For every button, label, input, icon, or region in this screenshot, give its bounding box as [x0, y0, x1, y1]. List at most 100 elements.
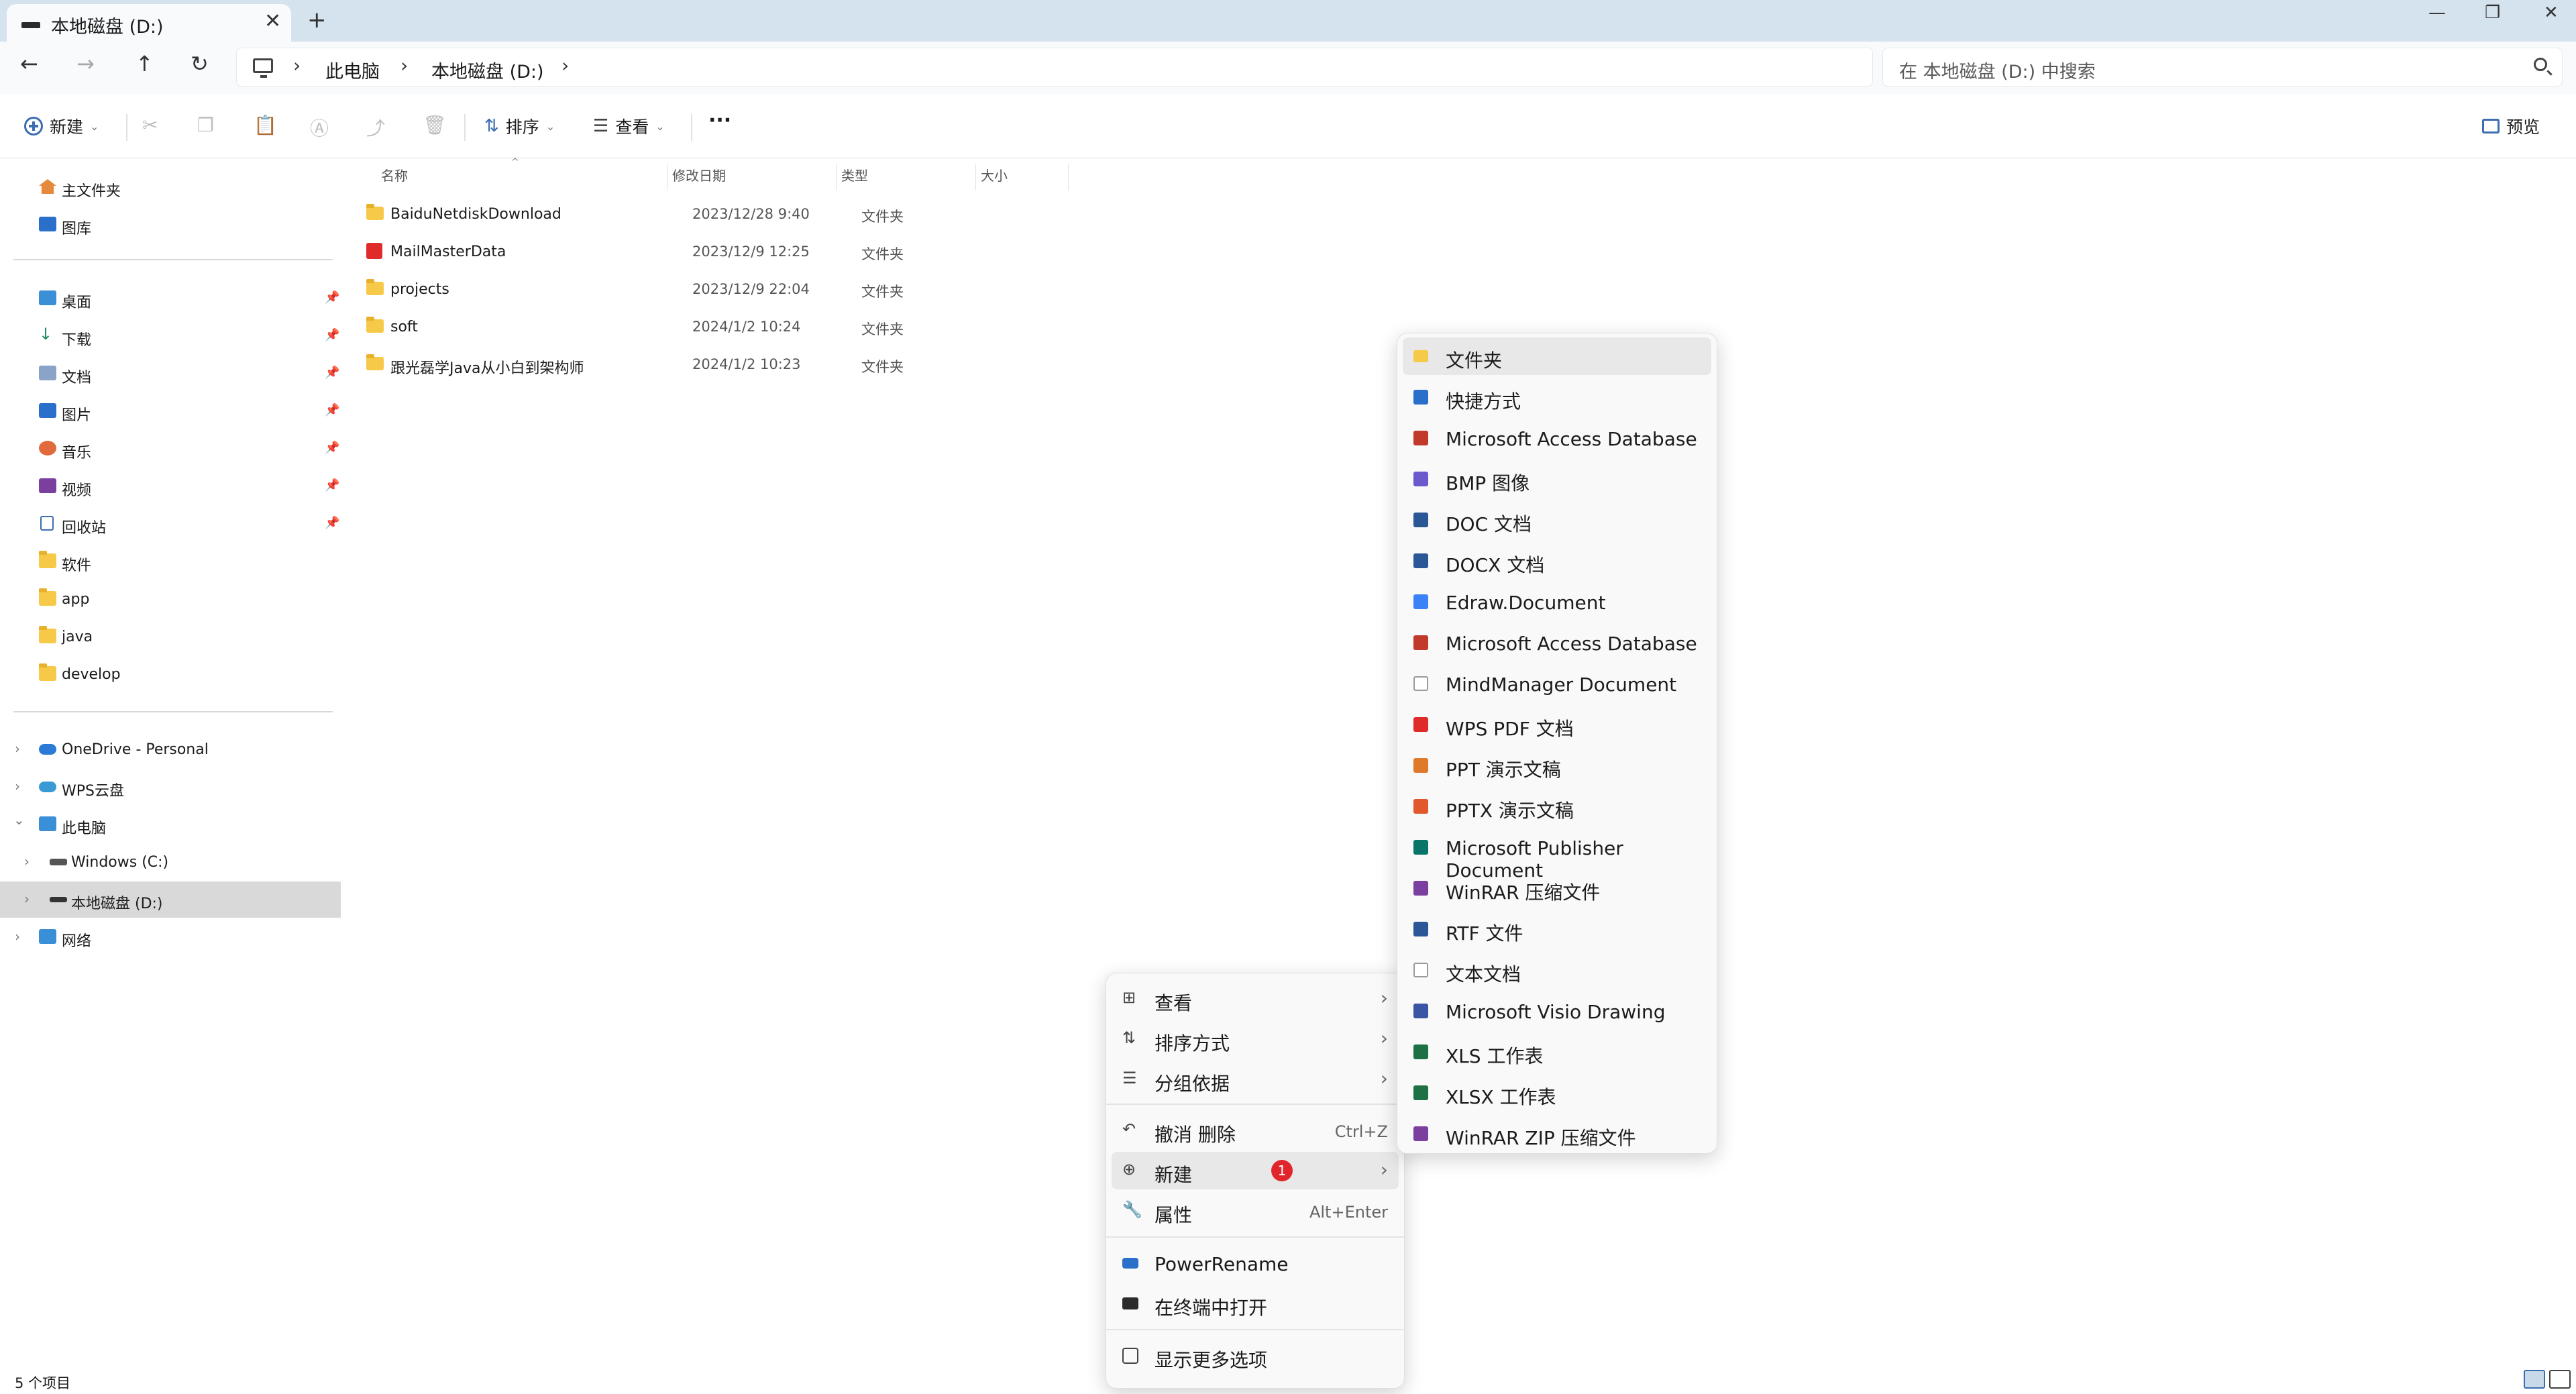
new-button[interactable]: 新建 ⌄ [24, 114, 99, 138]
paste-icon[interactable]: 📋 [254, 114, 277, 136]
new-menu-item-doc[interactable]: DOC 文档 [1403, 501, 1711, 539]
chevron-right-icon[interactable]: › [24, 853, 30, 869]
pin-icon[interactable]: 📌 [325, 478, 339, 492]
new-menu-item-access[interactable]: Microsoft Access Database [1403, 419, 1711, 457]
share-icon[interactable]: ⤴ [366, 114, 385, 141]
tab-local-disk-d[interactable]: 本地磁盘 (D:) ✕ [7, 4, 291, 42]
sidebar-item-downloads[interactable]: ↓ 下载 📌 [0, 318, 341, 354]
pin-icon[interactable]: 📌 [325, 366, 339, 380]
sidebar-item-java[interactable]: java [0, 619, 341, 655]
new-menu-item-ppt[interactable]: PPT 演示文稿 [1403, 747, 1711, 784]
chevron-down-icon[interactable]: ⌄ [13, 812, 25, 828]
up-button[interactable]: ↑ [136, 51, 154, 76]
breadcrumb-separator[interactable]: › [400, 54, 408, 76]
chevron-right-icon[interactable]: › [15, 741, 20, 757]
chevron-right-icon[interactable]: › [15, 778, 20, 794]
maximize-button[interactable]: ❐ [2485, 3, 2500, 23]
rename-icon[interactable]: Ⓐ [310, 114, 329, 141]
new-menu-item-pptx[interactable]: PPTX 演示文稿 [1403, 788, 1711, 825]
sort-button[interactable]: ⇅ 排序 ⌄ [484, 114, 555, 138]
copy-icon[interactable]: ❐ [197, 114, 214, 136]
sidebar-item-software[interactable]: 软件 [0, 543, 341, 580]
new-menu-item-pdf[interactable]: WPS PDF 文档 [1403, 706, 1711, 743]
sidebar-item-onedrive[interactable]: › OneDrive - Personal [0, 731, 341, 767]
new-menu-item-visio[interactable]: Microsoft Visio Drawing [1403, 992, 1711, 1030]
new-menu-item-rtf[interactable]: RTF 文件 [1403, 910, 1711, 948]
column-header-name[interactable]: 名称 [381, 165, 408, 184]
column-header-size[interactable]: 大小 [981, 165, 1008, 184]
menu-item-show-more-options[interactable]: 显示更多选项 [1112, 1337, 1399, 1375]
pin-icon[interactable]: 📌 [325, 328, 339, 342]
close-tab-icon[interactable]: ✕ [264, 9, 281, 33]
back-button[interactable]: ← [20, 51, 38, 76]
chevron-right-icon[interactable]: › [15, 928, 20, 945]
file-row[interactable]: BaiduNetdiskDownload 2023/12/28 9:40 文件夹 [366, 196, 1238, 233]
breadcrumb-local-disk-d[interactable]: 本地磁盘 (D:) [431, 57, 544, 83]
file-row[interactable]: projects 2023/12/9 22:04 文件夹 [366, 271, 1238, 309]
column-header-type[interactable]: 类型 [841, 165, 868, 184]
cut-icon[interactable]: ✂ [142, 114, 158, 136]
column-divider[interactable] [836, 164, 837, 191]
menu-item-open-in-terminal[interactable]: 在终端中打开 [1112, 1285, 1399, 1322]
new-menu-item-mindmanager[interactable]: MindManager Document [1403, 665, 1711, 702]
minimize-button[interactable]: — [2428, 3, 2446, 23]
refresh-button[interactable]: ↻ [191, 51, 209, 76]
breadcrumb-this-pc[interactable]: 此电脑 [325, 57, 380, 83]
menu-item-sort-by[interactable]: ⇅ 排序方式 › [1112, 1020, 1399, 1058]
new-menu-item-winrar[interactable]: WinRAR 压缩文件 [1403, 869, 1711, 907]
pin-icon[interactable]: 📌 [325, 290, 339, 305]
sidebar-item-recycle-bin[interactable]: 回收站 📌 [0, 506, 341, 542]
new-menu-item-edraw[interactable]: Edraw.Document [1403, 583, 1711, 621]
close-window-button[interactable]: ✕ [2544, 3, 2559, 23]
menu-item-view[interactable]: ⊞ 查看 › [1112, 980, 1399, 1018]
preview-button[interactable]: 预览 [2482, 114, 2540, 138]
sidebar-item-wps-cloud[interactable]: › WPS云盘 [0, 769, 341, 805]
pin-icon[interactable]: 📌 [325, 516, 339, 530]
breadcrumb-separator[interactable]: › [561, 54, 569, 76]
details-view-button[interactable] [2524, 1370, 2545, 1389]
file-row[interactable]: 跟光磊学Java从小白到架构师 2024/1/2 10:23 文件夹 [366, 346, 1238, 384]
new-menu-item-bmp[interactable]: BMP 图像 [1403, 460, 1711, 498]
breadcrumb-separator[interactable]: › [293, 54, 301, 76]
more-options-button[interactable]: ··· [708, 109, 731, 132]
new-menu-item-shortcut[interactable]: 快捷方式 [1403, 378, 1711, 416]
chevron-right-icon[interactable]: › [24, 891, 30, 907]
new-menu-item-xls[interactable]: XLS 工作表 [1403, 1033, 1711, 1071]
new-menu-item-xlsx[interactable]: XLSX 工作表 [1403, 1074, 1711, 1112]
sidebar-item-music[interactable]: 音乐 📌 [0, 431, 341, 467]
new-tab-button[interactable]: + [307, 7, 327, 34]
sidebar-item-local-disk-d[interactable]: › 本地磁盘 (D:) [0, 881, 341, 918]
search-icon[interactable] [2534, 58, 2547, 71]
sidebar-item-pictures[interactable]: 图片 📌 [0, 393, 341, 429]
address-bar[interactable]: › 此电脑 › 本地磁盘 (D:) › [236, 48, 1873, 87]
view-button[interactable]: ☰ 查看 ⌄ [593, 114, 665, 138]
file-row[interactable]: soft 2024/1/2 10:24 文件夹 [366, 309, 1238, 346]
new-menu-item-winrar-zip[interactable]: WinRAR ZIP 压缩文件 [1403, 1115, 1711, 1152]
new-menu-item-text[interactable]: 文本文档 [1403, 951, 1711, 989]
sidebar-item-network[interactable]: › 网络 [0, 919, 341, 955]
forward-button[interactable]: → [76, 51, 95, 76]
sidebar-item-app[interactable]: app [0, 581, 341, 617]
menu-item-powerrename[interactable]: PowerRename [1112, 1244, 1399, 1282]
column-divider[interactable] [975, 164, 976, 191]
sidebar-item-this-pc[interactable]: ⌄ 此电脑 [0, 806, 341, 843]
file-row[interactable]: MailMasterData 2023/12/9 12:25 文件夹 [366, 233, 1238, 271]
new-menu-item-folder[interactable]: 文件夹 [1403, 337, 1711, 375]
new-menu-item-access[interactable]: Microsoft Access Database [1403, 624, 1711, 661]
column-header-date[interactable]: 修改日期 [672, 165, 726, 184]
sidebar-item-gallery[interactable]: 图库 [0, 207, 341, 243]
sidebar-item-documents[interactable]: 文档 📌 [0, 356, 341, 392]
sidebar-item-desktop[interactable]: 桌面 📌 [0, 280, 341, 317]
sidebar-item-windows-c[interactable]: › Windows (C:) [0, 844, 341, 880]
delete-icon[interactable]: 🗑 [423, 114, 447, 136]
sidebar-item-develop[interactable]: develop [0, 656, 341, 692]
menu-item-undo-delete[interactable]: ↶ 撤消 删除 Ctrl+Z [1112, 1112, 1399, 1149]
tiles-view-button[interactable] [2549, 1370, 2571, 1389]
column-divider[interactable] [1068, 164, 1069, 191]
new-menu-item-docx[interactable]: DOCX 文档 [1403, 542, 1711, 580]
pin-icon[interactable]: 📌 [325, 441, 339, 455]
sidebar-item-home[interactable]: 主文件夹 [0, 169, 341, 205]
menu-item-new[interactable]: ⊕ 新建 1 › [1112, 1152, 1399, 1189]
menu-item-properties[interactable]: 🔧 属性 Alt+Enter [1112, 1192, 1399, 1230]
search-box[interactable]: 在 本地磁盘 (D:) 中搜索 [1882, 48, 2563, 87]
